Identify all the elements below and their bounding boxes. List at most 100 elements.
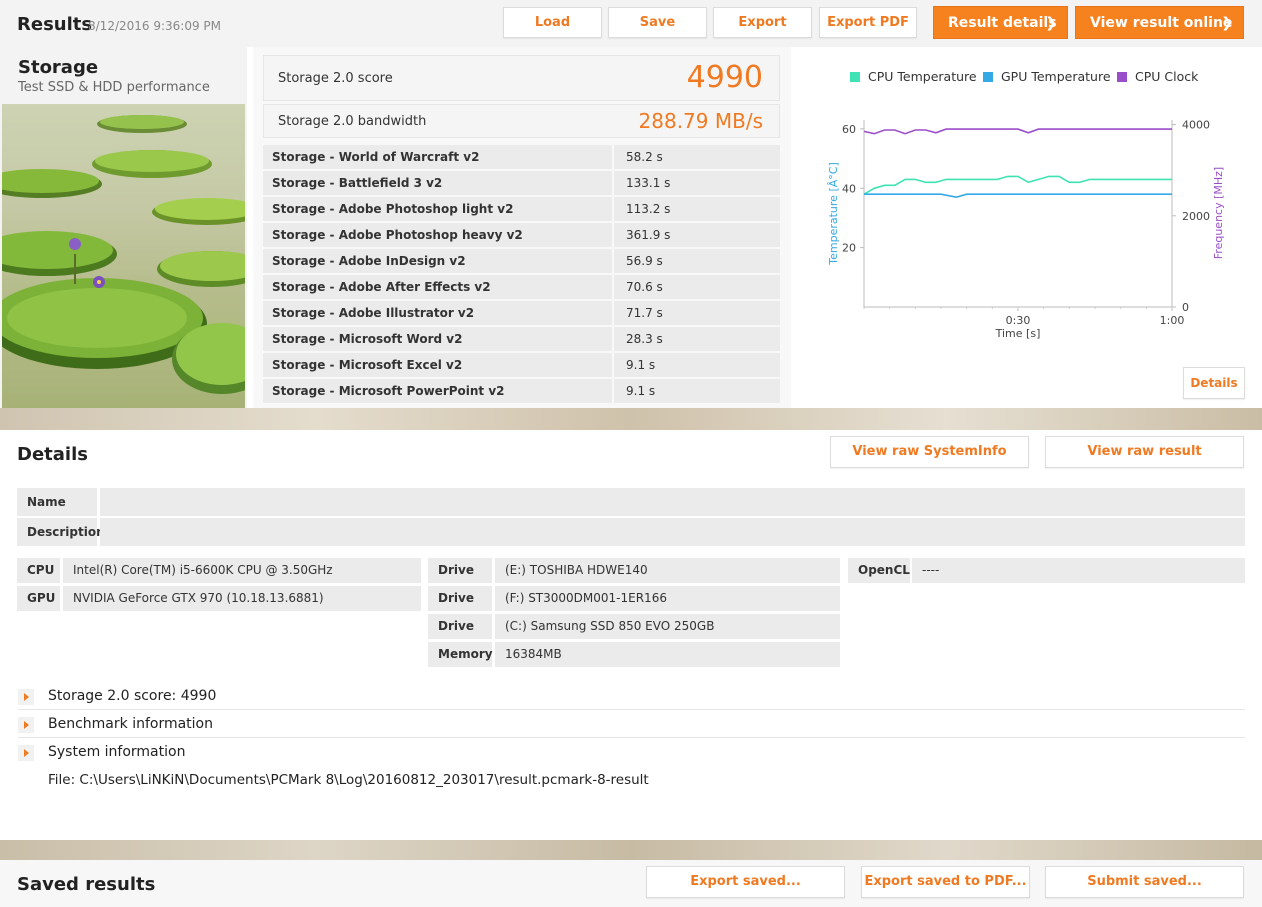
drive-value: (E:) TOSHIBA HDWE140: [495, 558, 840, 583]
y-right-tick-label: 0: [1182, 301, 1189, 314]
view-raw-result-button[interactable]: View raw result: [1045, 436, 1244, 468]
legend-cpu-temperature: CPU Temperature: [850, 69, 977, 84]
y-right-tick-label: 2000: [1182, 210, 1210, 223]
y-left-tick-label: 20: [842, 242, 856, 255]
series-line-cpu-clock: [863, 128, 1172, 135]
storage-score-label: Storage 2.0 score: [278, 71, 393, 86]
results-header: Results 8/12/2016 9:36:09 PM Load Save E…: [0, 0, 1262, 47]
opencl-value: ----: [912, 558, 1245, 583]
drive-value: (C:) Samsung SSD 850 EVO 250GB: [495, 614, 840, 639]
view-result-online-label: View result online: [1090, 15, 1233, 31]
legend-label: CPU Clock: [1135, 69, 1199, 84]
subtest-name: Storage - World of Warcraft v2: [263, 145, 612, 169]
result-details-button[interactable]: Result details ❯: [933, 6, 1068, 39]
table-row: Storage - World of Warcraft v2 58.2 s: [263, 145, 780, 169]
storage-title: Storage: [18, 57, 99, 78]
expand-label: Benchmark information: [48, 716, 213, 732]
drive-value: (F:) ST3000DM001-1ER166: [495, 586, 840, 611]
view-raw-systeminfo-button[interactable]: View raw SystemInfo: [830, 436, 1029, 468]
expand-label: System information: [48, 744, 186, 760]
legend-swatch: [850, 72, 860, 82]
export-button[interactable]: Export: [713, 7, 812, 38]
export-saved-button[interactable]: Export saved...: [646, 866, 845, 898]
subtest-name: Storage - Microsoft Word v2: [263, 327, 612, 351]
drive-label: Drive: [428, 558, 492, 583]
storage-subtitle: Test SSD & HDD performance: [18, 80, 210, 95]
gpu-label: GPU: [17, 586, 60, 611]
memory-value: 16384MB: [495, 642, 840, 667]
view-result-online-button[interactable]: View result online ❯: [1075, 6, 1244, 39]
page-title: Results: [17, 14, 93, 35]
subtest-value: 9.1 s: [614, 353, 780, 377]
y-left-tick-label: 40: [842, 182, 856, 195]
x-tick-label: 0:30: [1006, 314, 1031, 327]
cpu-label: CPU: [17, 558, 60, 583]
save-button[interactable]: Save: [608, 7, 707, 38]
legend-cpu-clock: CPU Clock: [1117, 69, 1198, 84]
table-row: Storage - Adobe Photoshop light v2 113.2 …: [263, 197, 780, 221]
result-timestamp: 8/12/2016 9:36:09 PM: [88, 19, 222, 33]
saved-results-title: Saved results: [17, 874, 156, 895]
table-row: Storage - Adobe InDesign v2 56.9 s: [263, 249, 780, 273]
subtest-value: 71.7 s: [614, 301, 780, 325]
drive-label: Drive: [428, 586, 492, 611]
drive-label: Drive: [428, 614, 492, 639]
expand-triangle-icon: [18, 745, 34, 761]
lily-pads-illustration: [2, 115, 245, 394]
expand-system-information[interactable]: System information: [18, 739, 1245, 766]
storage-test-image: [2, 104, 245, 408]
subtest-value: 58.2 s: [614, 145, 780, 169]
expand-storage-score[interactable]: Storage 2.0 score: 4990: [18, 683, 1245, 710]
subtest-name: Storage - Adobe Illustrator v2: [263, 301, 612, 325]
storage-bandwidth-value: 288.79 MB/s: [638, 109, 763, 133]
y-axis-left-label: Temperature [Â°C]: [827, 162, 840, 265]
series-line-gpu-temperature: [864, 193, 1172, 199]
chart-details-button[interactable]: Details: [1183, 367, 1245, 399]
subtest-name: Storage - Adobe After Effects v2: [263, 275, 612, 299]
legend-gpu-temperature: GPU Temperature: [983, 69, 1111, 84]
table-row: Storage - Microsoft Excel v2 9.1 s: [263, 353, 780, 377]
subtest-name: Storage - Battlefield 3 v2: [263, 171, 612, 195]
memory-label: Memory: [428, 642, 493, 667]
result-details-label: Result details: [948, 15, 1057, 31]
export-saved-pdf-button[interactable]: Export saved to PDF...: [861, 866, 1030, 898]
table-row: Storage - Microsoft Word v2 28.3 s: [263, 327, 780, 351]
opencl-label: OpenCL: [848, 558, 910, 583]
expand-triangle-icon: [18, 717, 34, 733]
expand-benchmark-information[interactable]: Benchmark information: [18, 711, 1245, 738]
export-pdf-button[interactable]: Export PDF: [819, 7, 917, 38]
details-title: Details: [17, 444, 88, 465]
subtest-value: 28.3 s: [614, 327, 780, 351]
table-row: Storage - Adobe After Effects v2 70.6 s: [263, 275, 780, 299]
series-line-cpu-temperature: [863, 175, 1172, 195]
x-axis-label: Time [s]: [995, 327, 1041, 340]
x-tick-label: 1:00: [1160, 314, 1185, 327]
legend-swatch: [1117, 72, 1127, 82]
chevron-right-icon: ❯: [1221, 15, 1233, 31]
subtest-value: 361.9 s: [614, 223, 780, 247]
description-value[interactable]: [100, 518, 1245, 546]
storage-bandwidth-box: Storage 2.0 bandwidth 288.79 MB/s: [263, 104, 780, 138]
expand-triangle-icon: [18, 689, 34, 705]
description-label: Description: [17, 518, 105, 546]
y-right-tick-label: 4000: [1182, 119, 1210, 132]
storage-score-value: 4990: [686, 60, 763, 95]
legend-swatch: [983, 72, 993, 82]
subtest-value: 70.6 s: [614, 275, 780, 299]
subtest-name: Storage - Adobe InDesign v2: [263, 249, 612, 273]
storage-score-box: Storage 2.0 score 4990: [263, 55, 780, 101]
subtest-value: 133.1 s: [614, 171, 780, 195]
load-button[interactable]: Load: [503, 7, 602, 38]
table-row: Storage - Adobe Illustrator v2 71.7 s: [263, 301, 780, 325]
submit-saved-button[interactable]: Submit saved...: [1045, 866, 1244, 898]
subtest-value: 9.1 s: [614, 379, 780, 403]
name-value[interactable]: [100, 488, 1245, 516]
result-file-path: File: C:\Users\LiNKiN\Documents\PCMark 8…: [48, 772, 649, 788]
table-row: Storage - Microsoft PowerPoint v2 9.1 s: [263, 379, 780, 403]
chevron-right-icon: ❯: [1045, 15, 1057, 31]
legend-label: CPU Temperature: [868, 69, 977, 84]
subtest-value: 113.2 s: [614, 197, 780, 221]
y-left-tick-label: 60: [842, 123, 856, 136]
legend-label: GPU Temperature: [1001, 69, 1111, 84]
cpu-value: Intel(R) Core(TM) i5-6600K CPU @ 3.50GHz: [63, 558, 421, 583]
